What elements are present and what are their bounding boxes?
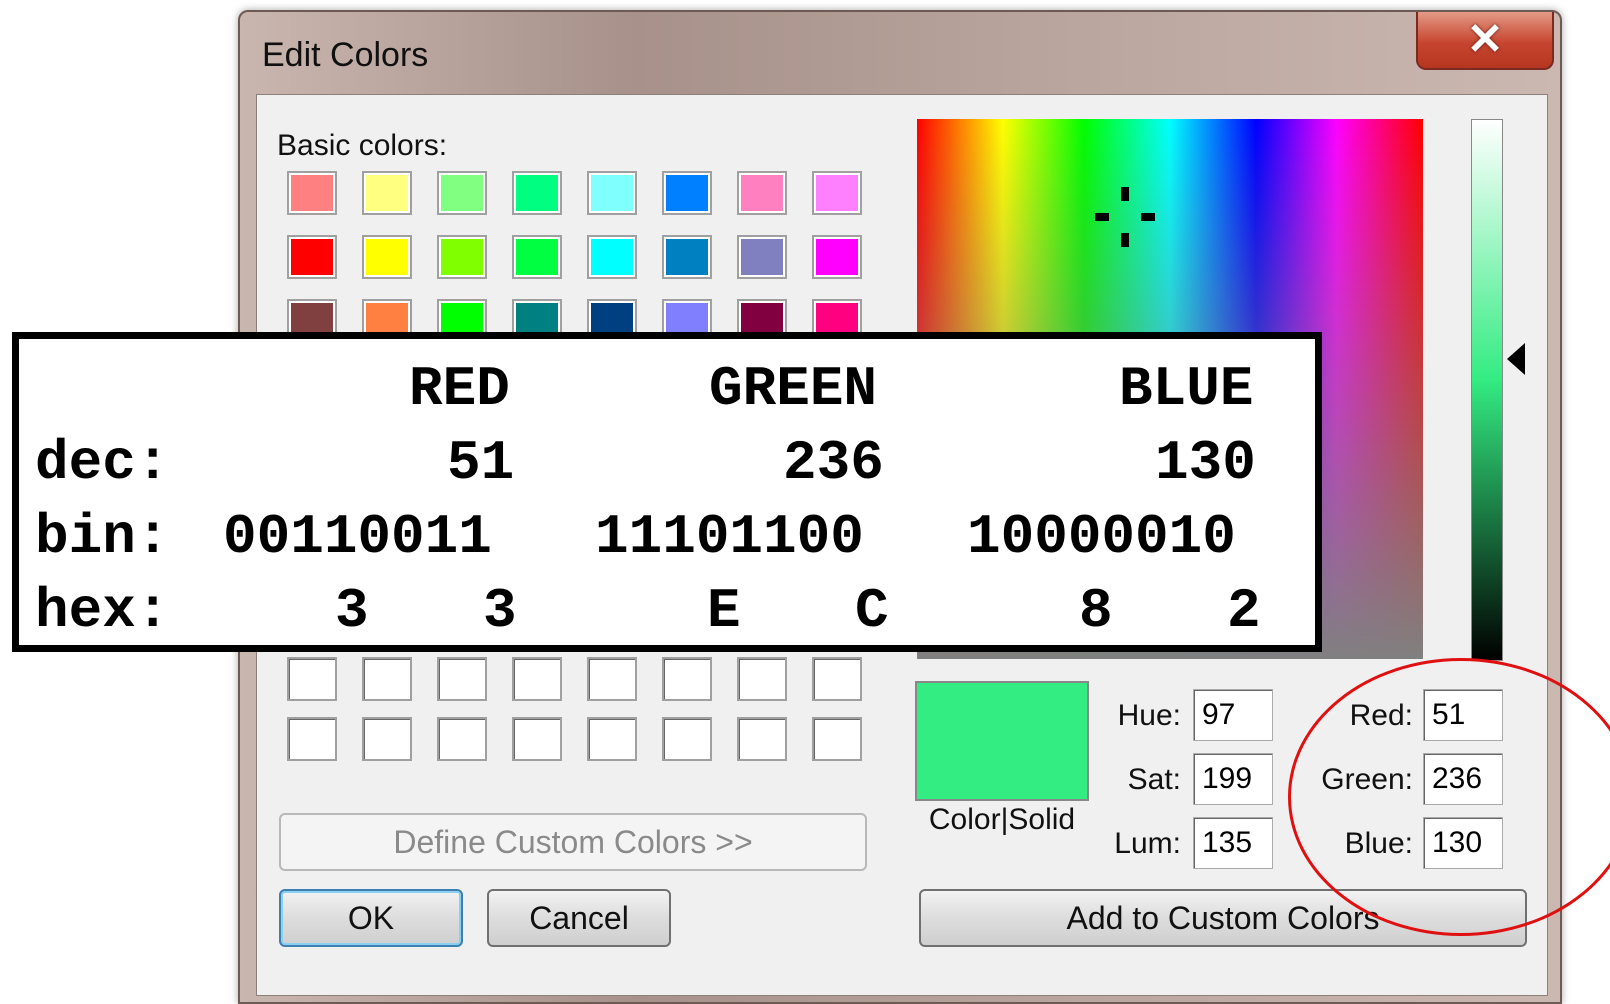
custom-color-swatch[interactable]	[287, 657, 337, 701]
custom-color-swatch[interactable]	[287, 717, 337, 761]
custom-color-swatch[interactable]	[737, 717, 787, 761]
close-button[interactable]: ✕	[1416, 12, 1554, 70]
custom-color-swatch[interactable]	[437, 657, 487, 701]
bin-green: 11101100	[595, 505, 864, 569]
custom-color-swatch[interactable]	[587, 657, 637, 701]
crosshair-icon	[1095, 187, 1155, 247]
basic-color-swatch[interactable]	[587, 235, 637, 279]
rgb-conversion-overlay: RED GREEN BLUE dec: 51 236 130 bin: 0011…	[12, 332, 1322, 652]
basic-color-swatch[interactable]	[737, 171, 787, 215]
basic-color-swatch[interactable]	[362, 171, 412, 215]
custom-color-swatch[interactable]	[737, 657, 787, 701]
dec-green: 236	[783, 431, 884, 495]
bin-blue: 10000010	[967, 505, 1236, 569]
hex-label: hex:	[35, 579, 170, 643]
ok-button[interactable]: OK	[279, 889, 463, 947]
basic-color-swatch[interactable]	[512, 235, 562, 279]
hex-green-high: E	[707, 579, 741, 643]
dec-red: 51	[447, 431, 515, 495]
sat-label: Sat:	[1127, 763, 1181, 796]
basic-color-swatch[interactable]	[662, 171, 712, 215]
lum-label: Lum:	[1114, 827, 1181, 860]
custom-color-swatch[interactable]	[362, 717, 412, 761]
basic-color-swatch[interactable]	[287, 171, 337, 215]
luminosity-slider[interactable]	[1471, 119, 1503, 661]
custom-color-swatch[interactable]	[437, 717, 487, 761]
dec-label: dec:	[35, 431, 170, 495]
blue-header: BLUE	[1119, 357, 1254, 421]
color-preview	[915, 681, 1089, 801]
define-custom-colors-button[interactable]: Define Custom Colors >>	[279, 813, 867, 871]
close-icon: ✕	[1466, 15, 1504, 64]
basic-color-swatch[interactable]	[287, 235, 337, 279]
bin-label: bin:	[35, 505, 170, 569]
red-header: RED	[409, 357, 510, 421]
luminosity-arrow-icon[interactable]	[1507, 343, 1525, 375]
basic-colors-label: Basic colors:	[277, 129, 448, 162]
custom-color-swatch[interactable]	[512, 657, 562, 701]
basic-color-swatch[interactable]	[737, 235, 787, 279]
basic-color-swatch[interactable]	[437, 171, 487, 215]
basic-color-swatch[interactable]	[662, 235, 712, 279]
basic-color-swatch[interactable]	[587, 171, 637, 215]
basic-color-swatch[interactable]	[512, 171, 562, 215]
custom-color-swatch[interactable]	[587, 717, 637, 761]
hex-red-low: 3	[483, 579, 517, 643]
custom-color-swatch[interactable]	[362, 657, 412, 701]
bin-red: 00110011	[223, 505, 492, 569]
color-solid-label: Color|Solid	[928, 803, 1076, 836]
basic-color-swatch[interactable]	[437, 235, 487, 279]
custom-color-swatch[interactable]	[812, 657, 862, 701]
hex-blue-high: 8	[1079, 579, 1113, 643]
green-header: GREEN	[709, 357, 878, 421]
cancel-button[interactable]: Cancel	[487, 889, 671, 947]
basic-color-swatch[interactable]	[812, 171, 862, 215]
lum-input[interactable]: 135	[1193, 817, 1273, 869]
basic-color-swatch[interactable]	[362, 235, 412, 279]
hex-green-low: C	[855, 579, 889, 643]
custom-color-swatch[interactable]	[512, 717, 562, 761]
hue-input[interactable]: 97	[1193, 689, 1273, 741]
sat-input[interactable]: 199	[1193, 753, 1273, 805]
hex-red-high: 3	[335, 579, 369, 643]
dec-blue: 130	[1155, 431, 1256, 495]
hue-label: Hue:	[1117, 699, 1181, 732]
basic-color-swatch[interactable]	[812, 235, 862, 279]
custom-color-swatch[interactable]	[812, 717, 862, 761]
custom-color-swatch[interactable]	[662, 717, 712, 761]
custom-color-swatch[interactable]	[662, 657, 712, 701]
hex-blue-low: 2	[1227, 579, 1261, 643]
window-title: Edit Colors	[262, 36, 429, 74]
